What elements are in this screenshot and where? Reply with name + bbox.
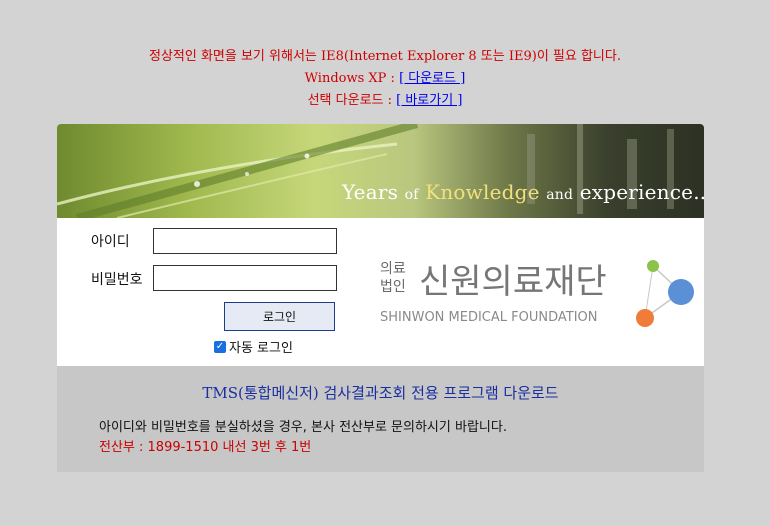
slogan-years: Years (342, 180, 399, 204)
slogan-of: of (404, 187, 419, 203)
auto-login-checkbox[interactable]: ✓ 자동 로그인 (214, 337, 293, 356)
logo-corp-type: 의료 법인 (380, 260, 420, 296)
select-download-row: 선택 다운로드 : [ 바로가기 ] (0, 89, 770, 108)
login-button[interactable]: 로그인 (224, 302, 335, 331)
password-label: 비밀번호 (91, 272, 143, 288)
logo-corp-line2: 법인 (380, 279, 406, 295)
slogan-experience: experience... (579, 180, 704, 204)
slogan-and: and (546, 187, 574, 203)
password-input[interactable] (153, 265, 337, 291)
tms-download-link[interactable]: TMS(통합메신저) 검사결과조회 전용 프로그램 다운로드 (57, 382, 704, 403)
auto-login-label: 자동 로그인 (229, 341, 293, 356)
download-section: TMS(통합메신저) 검사결과조회 전용 프로그램 다운로드 아이디와 비밀번호… (57, 366, 704, 472)
winxp-download-row: Windows XP : [ 다운로드 ] (0, 67, 770, 86)
it-contact: 전산부 : 1899-1510 내선 3번 후 1번 (99, 440, 312, 455)
winxp-download-link[interactable]: [ 다운로드 ] (399, 71, 465, 86)
id-label: 아이디 (91, 234, 130, 250)
logo-corp-line1: 의료 (380, 261, 406, 277)
winxp-label: Windows XP : (304, 71, 400, 86)
banner-slogan: Years of Knowledge and experience... (342, 180, 704, 204)
checkbox-checked-icon[interactable]: ✓ (214, 340, 226, 353)
logo-english-name: SHINWON MEDICAL FOUNDATION (380, 310, 598, 325)
select-download-label: 선택 다운로드 : (307, 93, 397, 108)
ie-notice-text: 정상적인 화면을 보기 위해서는 IE8(Internet Explorer 8… (148, 49, 621, 64)
molecule-icon (636, 260, 694, 327)
id-input[interactable] (153, 228, 337, 254)
shinwon-logo: 의료 법인 신원의료재단 SHINWON MEDICAL FOUNDATION (377, 254, 697, 334)
login-panel: Years of Knowledge and experience... 아이디… (57, 124, 704, 472)
logo-name: 신원의료재단 (419, 262, 607, 302)
banner-image: Years of Knowledge and experience... (57, 124, 704, 218)
ie-notice: 정상적인 화면을 보기 위해서는 IE8(Internet Explorer 8… (0, 45, 770, 64)
slogan-knowledge: Knowledge (425, 180, 540, 204)
lost-account-notice: 아이디와 비밀번호를 분실하셨을 경우, 본사 전산부로 문의하시기 바랍니다. (99, 420, 507, 435)
login-form: 아이디 비밀번호 로그인 ✓ 자동 로그인 의료 법인 신원의료재단 SHINW… (57, 218, 704, 366)
select-download-link[interactable]: [ 바로가기 ] (396, 93, 462, 108)
